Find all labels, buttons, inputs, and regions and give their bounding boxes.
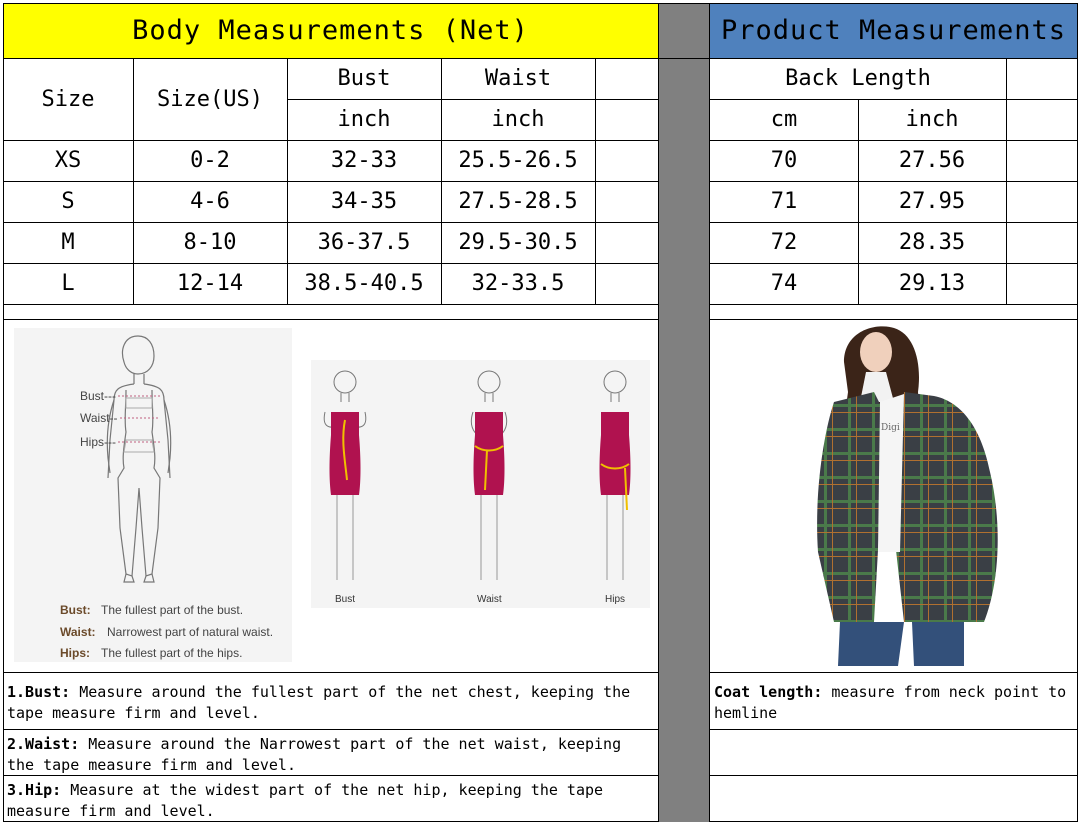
bust-desc: The fullest part of the bust.	[101, 603, 243, 617]
note-bust: 1.Bust: Measure around the fullest part …	[3, 682, 658, 729]
note-hip: 3.Hip: Measure at the widest part of the…	[3, 780, 658, 821]
product-photo: Digi	[814, 322, 1004, 666]
row-bust: 36-37.5	[317, 230, 411, 255]
dress-label-waist: Waist	[477, 594, 502, 605]
header-size-us: Size(US)	[157, 86, 263, 112]
body-outline-figure: Bust--- Waist-- Hips--- Bust: The fulles…	[14, 328, 292, 662]
column-divider	[659, 3, 709, 822]
note-waist: 2.Waist: Measure around the Narrowest pa…	[3, 734, 658, 775]
svg-text:Digi: Digi	[881, 423, 900, 433]
note-waist-label: 2.Waist:	[7, 735, 80, 753]
row-bust: 34-35	[330, 189, 398, 214]
note-bust-label: 1.Bust:	[7, 683, 71, 701]
note-hip-text: Measure at the widest part of the net hi…	[7, 781, 604, 820]
header-waist-unit: inch	[491, 107, 545, 132]
bust-tag: Bust---	[80, 389, 116, 403]
row-waist: 32-33.5	[471, 271, 565, 296]
row-inch: 29.13	[898, 271, 966, 296]
hips-tag: Hips---	[80, 435, 116, 449]
row-cm: 72	[770, 230, 798, 255]
header-waist: Waist	[484, 66, 552, 91]
hips-desc: The fullest part of the hips.	[101, 646, 242, 660]
note-coat-length-label: Coat length:	[714, 683, 823, 701]
row-size-us: 12-14	[176, 271, 244, 296]
dress-figure-waist	[471, 370, 507, 580]
row-cm: 71	[770, 189, 798, 214]
header-bust: Bust	[337, 66, 391, 91]
dress-label-hips: Hips	[605, 594, 625, 605]
row-size: XS	[54, 148, 82, 173]
row-bust: 38.5-40.5	[304, 271, 424, 296]
row-waist: 29.5-30.5	[458, 230, 578, 255]
product-measurements-title: Product Measurements	[710, 3, 1077, 58]
note-hip-label: 3.Hip:	[7, 781, 62, 799]
row-size: L	[61, 271, 75, 296]
row-bust: 32-33	[330, 148, 398, 173]
waist-label: Waist:	[60, 625, 96, 639]
waist-desc: Narrowest part of natural waist.	[107, 625, 273, 639]
header-cm: cm	[770, 107, 798, 132]
row-cm: 70	[770, 148, 798, 173]
note-bust-text: Measure around the fullest part of the n…	[7, 683, 631, 722]
row-size-us: 8-10	[183, 230, 237, 255]
row-inch: 28.35	[898, 230, 966, 255]
row-size: M	[61, 230, 75, 255]
row-size: S	[61, 189, 75, 214]
row-inch: 27.56	[898, 148, 966, 173]
waist-tag: Waist--	[80, 411, 118, 425]
dress-measure-figure: Bust Waist Hips	[311, 360, 650, 608]
note-waist-text: Measure around the Narrowest part of the…	[7, 735, 622, 774]
dress-label-bust: Bust	[335, 594, 355, 605]
row-size-us: 4-6	[190, 189, 230, 214]
dress-figure-bust	[323, 370, 367, 580]
header-bust-unit: inch	[337, 107, 391, 132]
header-back-length: Back Length	[785, 66, 931, 91]
row-size-us: 0-2	[190, 148, 230, 173]
row-waist: 27.5-28.5	[458, 189, 578, 214]
header-size: Size	[41, 86, 95, 112]
body-measurements-title: Body Measurements (Net)	[3, 3, 658, 58]
hips-label: Hips:	[60, 646, 90, 660]
row-inch: 27.95	[898, 189, 966, 214]
header-inch: inch	[905, 107, 959, 132]
note-coat-length: Coat length: measure from neck point to …	[710, 682, 1077, 729]
row-cm: 74	[770, 271, 798, 296]
bust-label: Bust:	[60, 603, 91, 617]
row-waist: 25.5-26.5	[458, 148, 578, 173]
dress-figure-hips	[599, 370, 631, 580]
